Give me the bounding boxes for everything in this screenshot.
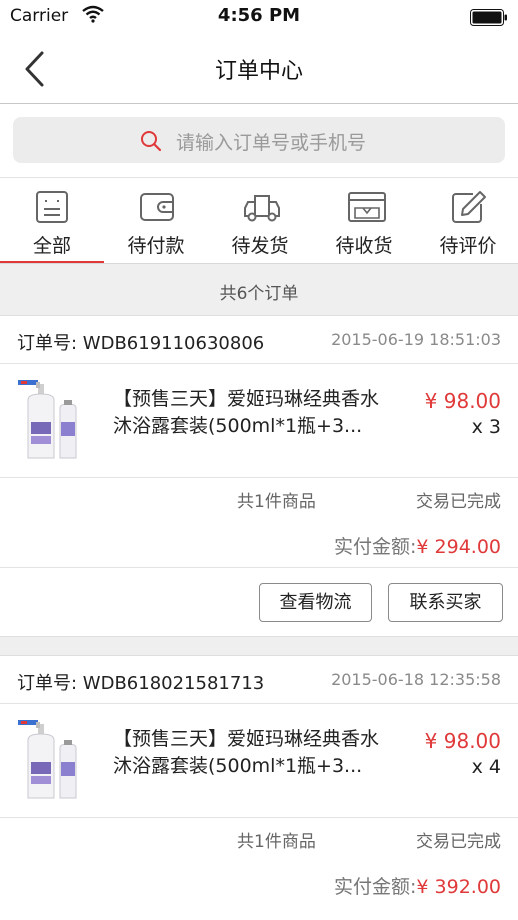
search-area: 请输入订单号或手机号 <box>0 104 518 178</box>
paid-total: 实付金额:¥ 294.00 <box>334 532 501 559</box>
order-count-bar: 共6个订单 <box>0 264 518 316</box>
paid-label: 实付金额: <box>333 536 417 558</box>
tab-all[interactable]: 全部 <box>0 178 104 264</box>
tab-pending-receipt[interactable]: 待收货 <box>312 178 416 264</box>
order-count-text: 共6个订单 <box>219 284 299 304</box>
order-separator <box>0 636 518 656</box>
edit-icon <box>451 190 487 228</box>
product-name: 【预售三天】爱姬玛琳经典香水沐浴露套装(500ml*1瓶+3... <box>113 728 380 777</box>
order-status: 交易已完成 <box>416 832 501 852</box>
order-time: 2015-06-19 18:51:03 <box>331 330 501 349</box>
all-orders-icon <box>35 190 69 228</box>
truck-icon <box>243 190 281 228</box>
item-count: 共1件商品 <box>237 492 316 512</box>
paid-label: 实付金额: <box>333 876 417 898</box>
order-status: 交易已完成 <box>416 492 501 512</box>
search-icon <box>140 130 162 156</box>
tab-label: 待评价 <box>439 235 497 257</box>
product-name: 【预售三天】爱姬玛琳经典香水沐浴露套装(500ml*1瓶+3... <box>113 388 380 437</box>
product-thumbnail <box>14 378 96 466</box>
tab-pending-shipment[interactable]: 待发货 <box>208 178 312 264</box>
order-number: 订单号: WDB618021581713 <box>17 673 265 694</box>
paid-amount: ¥ 294.00 <box>416 536 501 558</box>
tab-label: 待收货 <box>335 235 393 257</box>
view-logistics-button[interactable]: 查看物流 <box>259 583 372 622</box>
contact-buyer-button[interactable]: 联系买家 <box>388 583 503 622</box>
product-price: ¥ 98.00 <box>424 729 501 753</box>
order-status-tabs: 全部 待付款 待发货 待收货 待评价 <box>0 178 518 264</box>
product-quantity: x 4 <box>471 756 501 778</box>
order-card: 订单号: WDB619110630806 2015-06-19 18:51:03… <box>0 316 518 636</box>
product-quantity: x 3 <box>471 416 501 438</box>
item-count: 共1件商品 <box>237 832 316 852</box>
order-header: 订单号: WDB619110630806 2015-06-19 18:51:03 <box>0 316 518 364</box>
order-time: 2015-06-18 12:35:58 <box>331 670 501 689</box>
search-placeholder: 请输入订单号或手机号 <box>176 132 367 154</box>
order-actions: 查看物流 联系买家 <box>0 568 518 636</box>
paid-total: 实付金额:¥ 392.00 <box>334 872 501 899</box>
product-price: ¥ 98.00 <box>424 389 501 413</box>
wallet-icon <box>139 190 175 228</box>
package-receive-icon <box>347 190 387 228</box>
clock-time: 4:56 PM <box>217 5 301 26</box>
tab-pending-review[interactable]: 待评价 <box>416 178 518 264</box>
tab-pending-payment[interactable]: 待付款 <box>104 178 208 264</box>
navigation-bar: 订单中心 <box>0 34 518 104</box>
order-summary: 共1件商品 交易已完成 实付金额:¥ 294.00 <box>0 478 518 568</box>
back-button[interactable] <box>20 48 54 90</box>
order-summary: 共1件商品 交易已完成 实付金额:¥ 392.00 <box>0 818 518 908</box>
tab-label: 全部 <box>32 235 71 257</box>
paid-amount: ¥ 392.00 <box>416 876 501 898</box>
search-input[interactable]: 请输入订单号或手机号 <box>13 117 505 163</box>
product-thumbnail <box>14 718 96 806</box>
page-title: 订单中心 <box>214 59 303 84</box>
tab-label: 待发货 <box>231 235 289 257</box>
battery-icon <box>470 9 508 30</box>
order-header: 订单号: WDB618021581713 2015-06-18 12:35:58 <box>0 656 518 704</box>
order-item[interactable]: 【预售三天】爱姬玛琳经典香水沐浴露套装(500ml*1瓶+3... ¥ 98.0… <box>0 364 518 478</box>
tab-label: 待付款 <box>127 235 185 257</box>
order-number: 订单号: WDB619110630806 <box>17 333 265 354</box>
status-bar: Carrier 4:56 PM <box>0 0 518 34</box>
order-item[interactable]: 【预售三天】爱姬玛琳经典香水沐浴露套装(500ml*1瓶+3... ¥ 98.0… <box>0 704 518 818</box>
order-card: 订单号: WDB618021581713 2015-06-18 12:35:58… <box>0 656 518 920</box>
active-tab-indicator <box>0 261 104 263</box>
